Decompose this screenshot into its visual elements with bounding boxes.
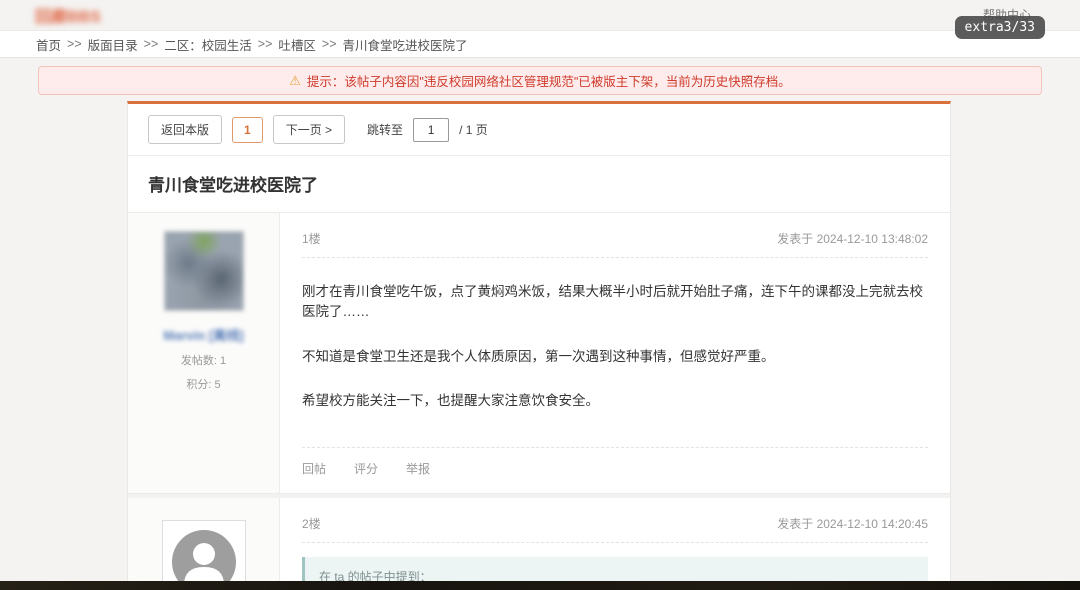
- post2-floor-label: 2楼: [302, 515, 321, 532]
- post1-post-count: 发帖数: 1: [128, 352, 279, 368]
- post1-avatar-image: [164, 231, 244, 311]
- site-logo: 回廊BBS: [35, 3, 101, 27]
- breadcrumb-current-thread: 青川食堂吃进校医院了: [343, 35, 468, 54]
- pagination-bar: 返回本版 1 下一页 > 跳转至 / 1 页: [128, 104, 950, 156]
- post1-reply-link[interactable]: 回帖: [302, 460, 326, 477]
- post2-avatar-placeholder: [162, 520, 246, 590]
- post-floor-1: Marvin [离线] 发帖数: 1 积分: 5 1楼 发表于 2024-12-…: [128, 213, 950, 493]
- jump-page-input[interactable]: [413, 118, 449, 142]
- post1-body: 1楼 发表于 2024-12-10 13:48:02 刚才在青川食堂吃午饭，点了…: [280, 213, 950, 493]
- warning-icon: ⚠: [289, 73, 301, 89]
- breadcrumb-separator: >>: [258, 37, 273, 51]
- post1-paragraph: 希望校方能关注一下，也提醒大家注意饮食安全。: [302, 391, 928, 411]
- jump-to-label: 跳转至: [367, 121, 403, 138]
- breadcrumb-separator: >>: [144, 37, 159, 51]
- post2-header: 2楼 发表于 2024-12-10 14:20:45: [302, 508, 928, 543]
- post1-header: 1楼 发表于 2024-12-10 13:48:02: [302, 223, 928, 258]
- next-page-button[interactable]: 下一页 >: [273, 115, 345, 144]
- back-to-board-button[interactable]: 返回本版: [148, 115, 222, 144]
- post1-paragraph: 不知道是食堂卫生还是我个人体质原因，第一次遇到这种事情，但感觉好严重。: [302, 347, 928, 367]
- bottom-dark-strip: [0, 581, 1080, 590]
- header-right: 帮助中心 extra3/33: [983, 6, 1045, 24]
- top-header: 回廊BBS 帮助中心 extra3/33: [0, 0, 1080, 30]
- current-page-button[interactable]: 1: [232, 117, 263, 143]
- post2-body: 2楼 发表于 2024-12-10 14:20:45 在 ta 的帖子中提到： …: [280, 498, 950, 590]
- thread-title: 青川食堂吃进校医院了: [128, 156, 950, 213]
- post1-rate-link[interactable]: 评分: [354, 460, 378, 477]
- thread-card: 返回本版 1 下一页 > 跳转至 / 1 页 青川食堂吃进校医院了 Marvin…: [127, 101, 951, 590]
- post2-timestamp: 发表于 2024-12-10 14:20:45: [777, 515, 928, 532]
- post1-report-link[interactable]: 举报: [406, 460, 430, 477]
- post2-user-column: Anonymous [离线]: [128, 498, 280, 590]
- breadcrumb-subboard[interactable]: 吐槽区: [278, 35, 316, 54]
- post1-username-link[interactable]: Marvin [离线]: [128, 325, 279, 344]
- breadcrumb-zone[interactable]: 二区：校园生活: [164, 35, 252, 54]
- breadcrumb-separator: >>: [322, 37, 337, 51]
- total-pages-label: / 1 页: [459, 121, 488, 138]
- post1-credit-count: 积分: 5: [128, 376, 279, 392]
- removal-notice-text: 提示：该帖子内容因"违反校园网络社区管理规范"已被版主下架，当前为历史快照存档。: [307, 71, 791, 90]
- post1-floor-label: 1楼: [302, 230, 321, 247]
- post1-user-column: Marvin [离线] 发帖数: 1 积分: 5: [128, 213, 280, 493]
- post-floor-2: Anonymous [离线] 2楼 发表于 2024-12-10 14:20:4…: [128, 498, 950, 590]
- snapshot-counter-badge: extra3/33: [955, 16, 1045, 39]
- breadcrumb-home[interactable]: 首页: [36, 35, 61, 54]
- breadcrumb-separator: >>: [67, 37, 82, 51]
- breadcrumb-board-index[interactable]: 版面目录: [88, 35, 138, 54]
- removal-notice-banner: ⚠ 提示：该帖子内容因"违反校园网络社区管理规范"已被版主下架，当前为历史快照存…: [38, 66, 1042, 95]
- post1-actions: 回帖 评分 举报: [302, 447, 928, 493]
- breadcrumb: 首页 >> 版面目录 >> 二区：校园生活 >> 吐槽区 >> 青川食堂吃进校医…: [0, 30, 1080, 58]
- post1-paragraph: 刚才在青川食堂吃午饭，点了黄焖鸡米饭，结果大概半小时后就开始肚子痛，连下午的课都…: [302, 282, 928, 323]
- post1-timestamp: 发表于 2024-12-10 13:48:02: [777, 230, 928, 247]
